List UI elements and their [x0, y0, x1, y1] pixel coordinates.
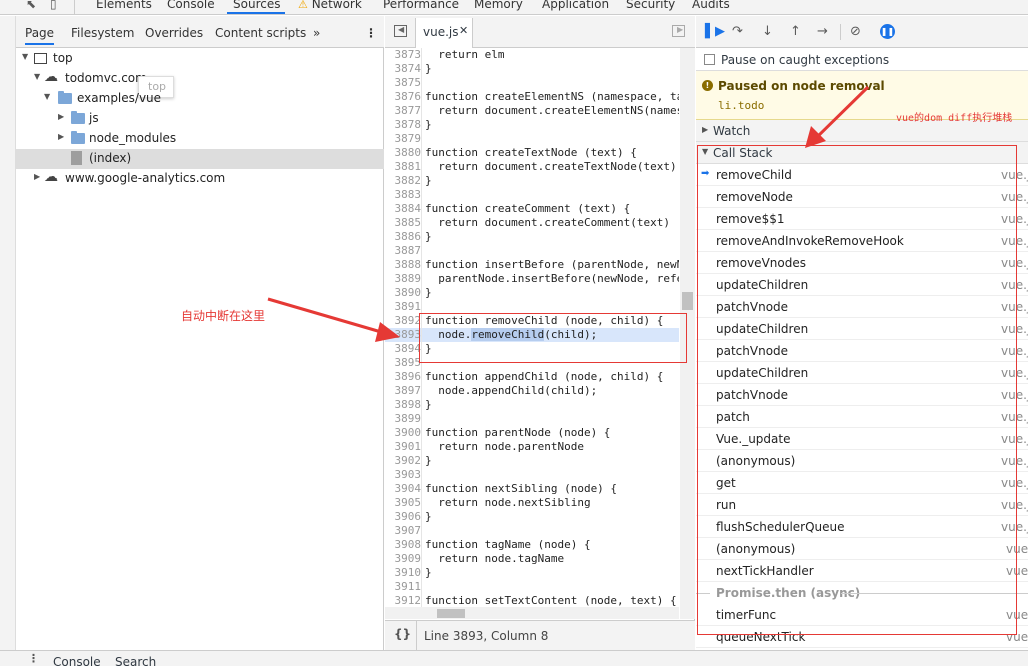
arrow-to-execution-line — [267, 297, 400, 342]
arrow-to-call-stack — [805, 85, 870, 148]
annotation-arrows — [267, 85, 870, 342]
